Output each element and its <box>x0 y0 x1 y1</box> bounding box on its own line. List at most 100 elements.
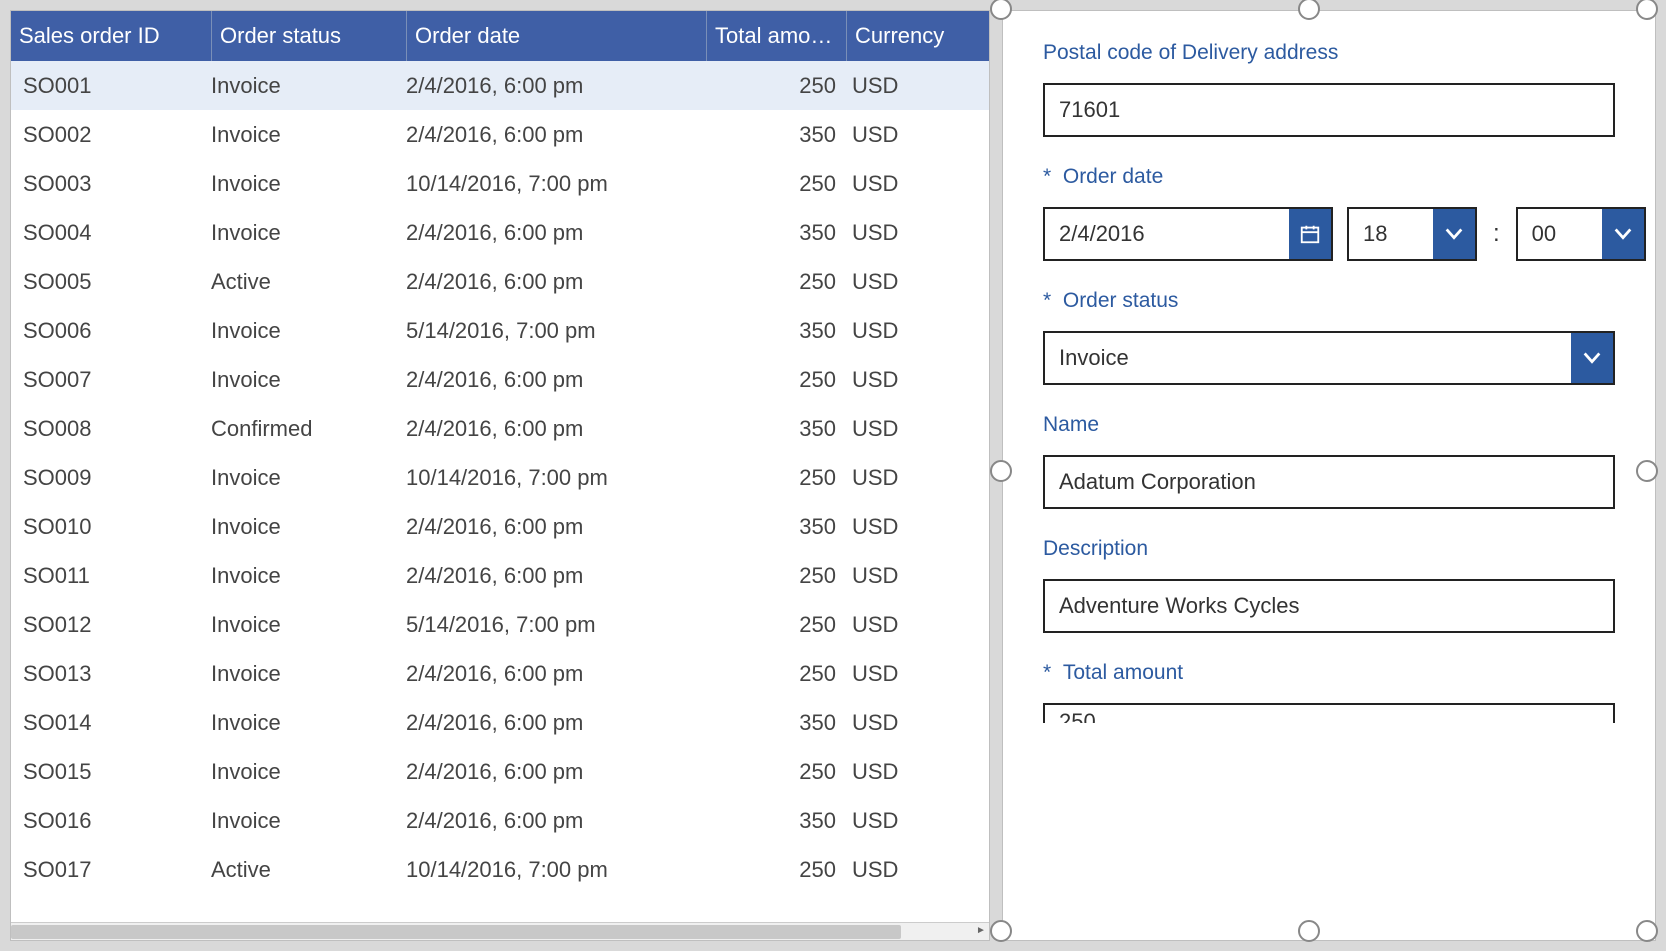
cell-id: SO006 <box>11 318 211 344</box>
resize-handle[interactable] <box>1298 920 1320 942</box>
cell-currency: USD <box>846 808 946 834</box>
cell-date: 10/14/2016, 7:00 pm <box>406 857 706 883</box>
cell-amount: 250 <box>706 612 846 638</box>
cell-currency: USD <box>846 367 946 393</box>
cell-id: SO008 <box>11 416 211 442</box>
cell-amount: 350 <box>706 514 846 540</box>
cell-status: Invoice <box>211 563 406 589</box>
input-totalamount[interactable]: 250 <box>1043 703 1615 723</box>
table-row[interactable]: SO015Invoice2/4/2016, 6:00 pm250USD <box>11 747 989 796</box>
col-header-id[interactable]: Sales order ID <box>11 11 211 61</box>
cell-date: 10/14/2016, 7:00 pm <box>406 465 706 491</box>
calendar-icon[interactable] <box>1289 209 1331 259</box>
label-postal: Postal code of Delivery address <box>1043 41 1615 65</box>
scroll-thumb[interactable] <box>11 925 901 939</box>
field-totalamount: * Total amount 250 <box>1043 661 1615 723</box>
sales-order-grid[interactable]: Sales order ID Order status Order date T… <box>10 10 990 941</box>
col-header-amount[interactable]: Total amo… <box>706 11 846 61</box>
table-row[interactable]: SO014Invoice2/4/2016, 6:00 pm350USD <box>11 698 989 747</box>
table-row[interactable]: SO003Invoice10/14/2016, 7:00 pm250USD <box>11 159 989 208</box>
resize-handle[interactable] <box>990 460 1012 482</box>
cell-date: 2/4/2016, 6:00 pm <box>406 563 706 589</box>
cell-status: Confirmed <box>211 416 406 442</box>
cell-status: Invoice <box>211 122 406 148</box>
chevron-down-icon[interactable] <box>1602 209 1644 259</box>
table-row[interactable]: SO011Invoice2/4/2016, 6:00 pm250USD <box>11 551 989 600</box>
cell-id: SO012 <box>11 612 211 638</box>
cell-amount: 250 <box>706 857 846 883</box>
cell-date: 2/4/2016, 6:00 pm <box>406 269 706 295</box>
label-description: Description <box>1043 537 1615 561</box>
cell-currency: USD <box>846 857 946 883</box>
table-row[interactable]: SO012Invoice5/14/2016, 7:00 pm250USD <box>11 600 989 649</box>
input-description[interactable]: Adventure Works Cycles <box>1043 579 1615 633</box>
col-header-date[interactable]: Order date <box>406 11 706 61</box>
input-orderdate-minute[interactable]: 00 <box>1516 207 1646 261</box>
col-header-currency[interactable]: Currency of T <box>846 11 946 61</box>
cell-date: 2/4/2016, 6:00 pm <box>406 367 706 393</box>
input-name[interactable]: Adatum Corporation <box>1043 455 1615 509</box>
cell-date: 5/14/2016, 7:00 pm <box>406 612 706 638</box>
cell-date: 2/4/2016, 6:00 pm <box>406 122 706 148</box>
grid-body[interactable]: SO001Invoice2/4/2016, 6:00 pm250USDSO002… <box>11 61 989 922</box>
cell-id: SO007 <box>11 367 211 393</box>
cell-currency: USD <box>846 563 946 589</box>
table-row[interactable]: SO006Invoice5/14/2016, 7:00 pm350USD <box>11 306 989 355</box>
select-orderstatus[interactable]: Invoice <box>1043 331 1615 385</box>
scroll-right-icon[interactable]: ► <box>973 925 989 936</box>
input-orderdate-date[interactable]: 2/4/2016 <box>1043 207 1333 261</box>
chevron-down-icon[interactable] <box>1433 209 1475 259</box>
cell-currency: USD <box>846 514 946 540</box>
cell-status: Invoice <box>211 171 406 197</box>
cell-date: 2/4/2016, 6:00 pm <box>406 514 706 540</box>
grid-horizontal-scrollbar[interactable]: ◄ ► <box>11 922 989 940</box>
cell-id: SO010 <box>11 514 211 540</box>
detail-form-panel[interactable]: Postal code of Delivery address 71601 * … <box>1002 10 1656 941</box>
field-postal: Postal code of Delivery address 71601 <box>1043 41 1615 137</box>
input-postal[interactable]: 71601 <box>1043 83 1615 137</box>
table-row[interactable]: SO004Invoice2/4/2016, 6:00 pm350USD <box>11 208 989 257</box>
cell-status: Invoice <box>211 514 406 540</box>
cell-date: 2/4/2016, 6:00 pm <box>406 759 706 785</box>
chevron-down-icon[interactable] <box>1571 333 1613 383</box>
cell-amount: 350 <box>706 808 846 834</box>
resize-handle[interactable] <box>1636 920 1658 942</box>
col-header-status[interactable]: Order status <box>211 11 406 61</box>
cell-currency: USD <box>846 318 946 344</box>
cell-date: 2/4/2016, 6:00 pm <box>406 710 706 736</box>
cell-amount: 250 <box>706 465 846 491</box>
table-row[interactable]: SO013Invoice2/4/2016, 6:00 pm250USD <box>11 649 989 698</box>
cell-id: SO004 <box>11 220 211 246</box>
table-row[interactable]: SO002Invoice2/4/2016, 6:00 pm350USD <box>11 110 989 159</box>
table-row[interactable]: SO001Invoice2/4/2016, 6:00 pm250USD <box>11 61 989 110</box>
cell-currency: USD <box>846 661 946 687</box>
table-row[interactable]: SO008Confirmed2/4/2016, 6:00 pm350USD <box>11 404 989 453</box>
cell-status: Invoice <box>211 73 406 99</box>
cell-amount: 250 <box>706 269 846 295</box>
cell-status: Invoice <box>211 465 406 491</box>
cell-date: 2/4/2016, 6:00 pm <box>406 808 706 834</box>
cell-status: Invoice <box>211 612 406 638</box>
field-name: Name Adatum Corporation <box>1043 413 1615 509</box>
field-description: Description Adventure Works Cycles <box>1043 537 1615 633</box>
cell-id: SO011 <box>11 563 211 589</box>
table-row[interactable]: SO007Invoice2/4/2016, 6:00 pm250USD <box>11 355 989 404</box>
table-row[interactable]: SO017Active10/14/2016, 7:00 pm250USD <box>11 845 989 894</box>
resize-handle[interactable] <box>1636 460 1658 482</box>
cell-status: Invoice <box>211 710 406 736</box>
cell-currency: USD <box>846 122 946 148</box>
cell-amount: 250 <box>706 661 846 687</box>
time-colon: : <box>1491 220 1502 248</box>
input-orderdate-hour[interactable]: 18 <box>1347 207 1477 261</box>
cell-amount: 250 <box>706 563 846 589</box>
table-row[interactable]: SO010Invoice2/4/2016, 6:00 pm350USD <box>11 502 989 551</box>
table-row[interactable]: SO016Invoice2/4/2016, 6:00 pm350USD <box>11 796 989 845</box>
label-totalamount: * Total amount <box>1043 661 1615 685</box>
cell-id: SO013 <box>11 661 211 687</box>
cell-date: 2/4/2016, 6:00 pm <box>406 661 706 687</box>
field-orderstatus: * Order status Invoice <box>1043 289 1615 385</box>
cell-date: 2/4/2016, 6:00 pm <box>406 73 706 99</box>
resize-handle[interactable] <box>990 920 1012 942</box>
table-row[interactable]: SO005Active2/4/2016, 6:00 pm250USD <box>11 257 989 306</box>
table-row[interactable]: SO009Invoice10/14/2016, 7:00 pm250USD <box>11 453 989 502</box>
